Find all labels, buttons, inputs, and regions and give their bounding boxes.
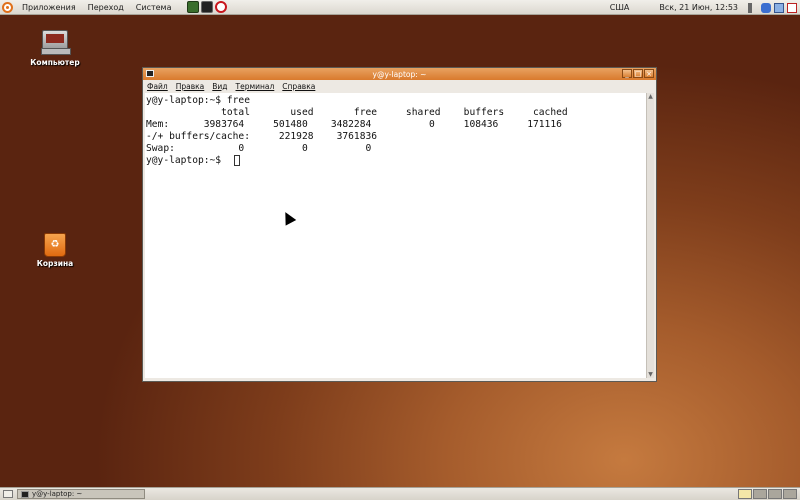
update-notifier-icon[interactable] — [787, 2, 797, 13]
menu-system[interactable]: Система — [130, 3, 178, 12]
window-title: y@y-laptop: ~ — [372, 69, 427, 79]
maximize-button[interactable]: □ — [633, 69, 643, 78]
menu-applications[interactable]: Приложения — [16, 3, 82, 12]
clock[interactable]: Вск, 21 Июн, 12:53 — [659, 3, 738, 12]
window-titlebar[interactable]: y@y-laptop: ~ _ □ × — [143, 68, 656, 80]
terminal-task-icon — [21, 490, 29, 498]
menu-file[interactable]: Файл — [147, 82, 168, 91]
menu-view[interactable]: Вид — [212, 82, 227, 91]
menu-edit[interactable]: Правка — [176, 82, 205, 91]
trash-icon — [44, 233, 66, 257]
desktop-icon-label: Корзина — [36, 259, 74, 268]
desktop-icon-label: Компьютер — [30, 58, 80, 67]
workspace-2[interactable] — [753, 489, 767, 499]
top-panel: Приложения Переход Система США Вск, 21 И… — [0, 0, 800, 15]
ubuntu-logo-icon[interactable] — [2, 1, 13, 13]
volume-icon[interactable] — [748, 2, 758, 13]
terminal-text: y@y-laptop:~$ free total used free share… — [146, 95, 568, 166]
scroll-down-icon[interactable]: ▼ — [647, 371, 654, 378]
terminal-line: y@y-laptop:~$ — [146, 154, 227, 166]
terminal-line: Swap: 0 0 0 — [146, 142, 372, 154]
terminal-window-icon[interactable] — [146, 70, 154, 77]
bottom-panel: y@y-laptop: ~ — [0, 487, 800, 500]
workspace-1[interactable] — [738, 489, 752, 499]
menu-places[interactable]: Переход — [82, 3, 130, 12]
minimize-button[interactable]: _ — [622, 69, 632, 78]
keyboard-layout-indicator[interactable]: США — [610, 3, 630, 12]
network-icon[interactable] — [774, 2, 784, 13]
terminal-output[interactable]: y@y-laptop:~$ free total used free share… — [145, 93, 646, 378]
window-controls: _ □ × — [622, 69, 654, 78]
workspace-switcher — [738, 489, 797, 499]
workspace-4[interactable] — [783, 489, 797, 499]
show-desktop-icon[interactable] — [3, 490, 13, 498]
opera-browser-icon[interactable] — [215, 1, 228, 13]
taskbar-terminal-button[interactable]: y@y-laptop: ~ — [17, 489, 145, 499]
terminal-line: Mem: 3983764 501480 3482284 0 108436 171… — [146, 118, 562, 130]
terminal-line: y@y-laptop:~$ free — [146, 95, 250, 106]
scroll-up-icon[interactable]: ▲ — [647, 93, 654, 100]
menu-terminal[interactable]: Терминал — [236, 82, 275, 91]
close-button[interactable]: × — [644, 69, 654, 78]
menu-help[interactable]: Справка — [282, 82, 315, 91]
terminal-window: y@y-laptop: ~ _ □ × Файл Правка Вид Терм… — [142, 67, 657, 382]
scrollbar[interactable]: ▲ ▼ — [646, 93, 654, 378]
launcher-group — [187, 1, 228, 13]
computer-icon — [41, 30, 71, 55]
workspace-3[interactable] — [768, 489, 782, 499]
taskbar-label: y@y-laptop: ~ — [32, 490, 83, 498]
terminal-line: -/+ buffers/cache: 221928 3761836 — [146, 130, 378, 142]
system-monitor-icon[interactable] — [187, 1, 200, 13]
text-cursor — [234, 155, 240, 166]
desktop-icon-computer[interactable]: Компьютер — [25, 30, 85, 67]
terminal-menubar: Файл Правка Вид Терминал Справка — [143, 80, 656, 92]
bluetooth-icon[interactable] — [761, 2, 771, 13]
system-tray: США Вск, 21 Июн, 12:53 — [610, 0, 800, 15]
terminal-line: total used free shared buffers cached — [146, 106, 568, 118]
desktop-icon-trash[interactable]: Корзина — [25, 233, 85, 268]
terminal-launcher-icon[interactable] — [201, 1, 214, 13]
